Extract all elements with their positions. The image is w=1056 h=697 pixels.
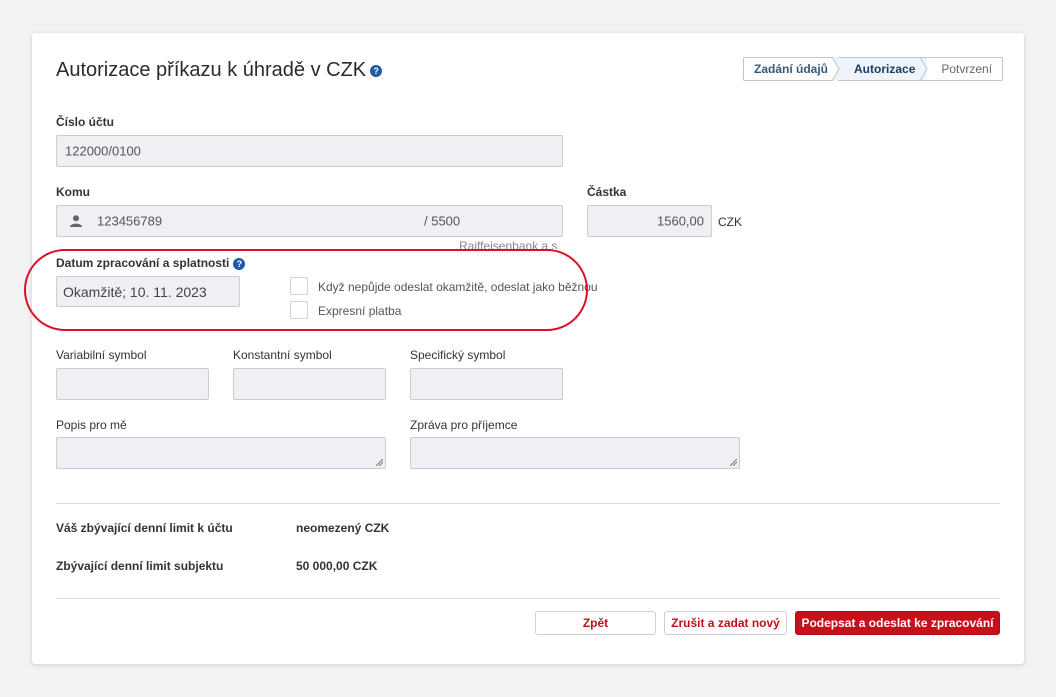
step-data-entry: Zadání údajů bbox=[744, 58, 841, 80]
date-label: Datum zpracování a splatnosti? bbox=[56, 256, 246, 270]
person-icon bbox=[70, 215, 82, 227]
stepper: Zadání údajů Autorizace Potvrzení bbox=[743, 57, 1004, 81]
step-confirmation: Potvrzení bbox=[927, 58, 1003, 80]
page-title: Autorizace příkazu k úhradě v CZK? bbox=[56, 59, 383, 82]
subject-limit-label: Zbývající denní limit subjektu bbox=[56, 559, 224, 573]
payment-card: Autorizace příkazu k úhradě v CZK? Zadán… bbox=[24, 33, 1024, 664]
back-button[interactable]: Zpět bbox=[535, 611, 656, 635]
self-note-textarea[interactable] bbox=[56, 437, 386, 469]
constant-symbol-label: Konstantní symbol bbox=[233, 348, 332, 362]
cancel-new-button[interactable]: Zrušit a zadat nový bbox=[664, 611, 787, 635]
help-icon[interactable]: ? bbox=[370, 65, 383, 77]
account-limit-value: neomezený CZK bbox=[296, 521, 390, 535]
recipient-message-label: Zpráva pro příjemce bbox=[410, 418, 518, 432]
account-field: 122000/0100 bbox=[56, 135, 563, 167]
self-note-label: Popis pro mě bbox=[56, 418, 127, 432]
subject-limit-value: 50 000,00 CZK bbox=[296, 559, 378, 573]
variable-symbol-input[interactable] bbox=[56, 368, 209, 400]
recipient-field: 123456789 / 5500 bbox=[56, 205, 563, 237]
account-label: Číslo účtu bbox=[56, 115, 115, 129]
amount-label: Částka bbox=[587, 185, 627, 199]
step-authorization: Autorizace bbox=[840, 58, 928, 80]
send-as-standard-checkbox[interactable] bbox=[290, 277, 308, 295]
send-as-standard-label: Když nepůjde odeslat okamžitě, odeslat j… bbox=[318, 280, 598, 294]
chevron-right-icon bbox=[920, 57, 928, 81]
express-payment-label: Expresní platba bbox=[318, 304, 402, 318]
divider bbox=[56, 503, 1000, 504]
recipient-message-textarea[interactable] bbox=[410, 437, 740, 469]
divider bbox=[56, 598, 1000, 599]
help-icon[interactable]: ? bbox=[233, 257, 246, 270]
recipient-label: Komu bbox=[56, 185, 90, 199]
date-field[interactable]: Okamžitě; 10. 11. 2023 bbox=[56, 276, 240, 307]
sign-send-button[interactable]: Podepsat a odeslat ke zpracování bbox=[795, 611, 1000, 635]
bank-name: Raiffeisenbank a.s. bbox=[459, 239, 561, 249]
variable-symbol-label: Variabilní symbol bbox=[56, 348, 147, 362]
chevron-right-icon bbox=[832, 57, 844, 81]
account-limit-label: Váš zbývající denní limit k účtu bbox=[56, 521, 233, 535]
amount-field: 1560,00 bbox=[587, 205, 712, 237]
specific-symbol-input[interactable] bbox=[410, 368, 563, 400]
amount-currency: CZK bbox=[718, 215, 742, 229]
resize-grip-icon[interactable] bbox=[730, 459, 737, 466]
specific-symbol-label: Specifický symbol bbox=[410, 348, 506, 362]
resize-grip-icon[interactable] bbox=[376, 459, 383, 466]
express-payment-checkbox[interactable] bbox=[290, 301, 308, 319]
constant-symbol-input[interactable] bbox=[233, 368, 386, 400]
